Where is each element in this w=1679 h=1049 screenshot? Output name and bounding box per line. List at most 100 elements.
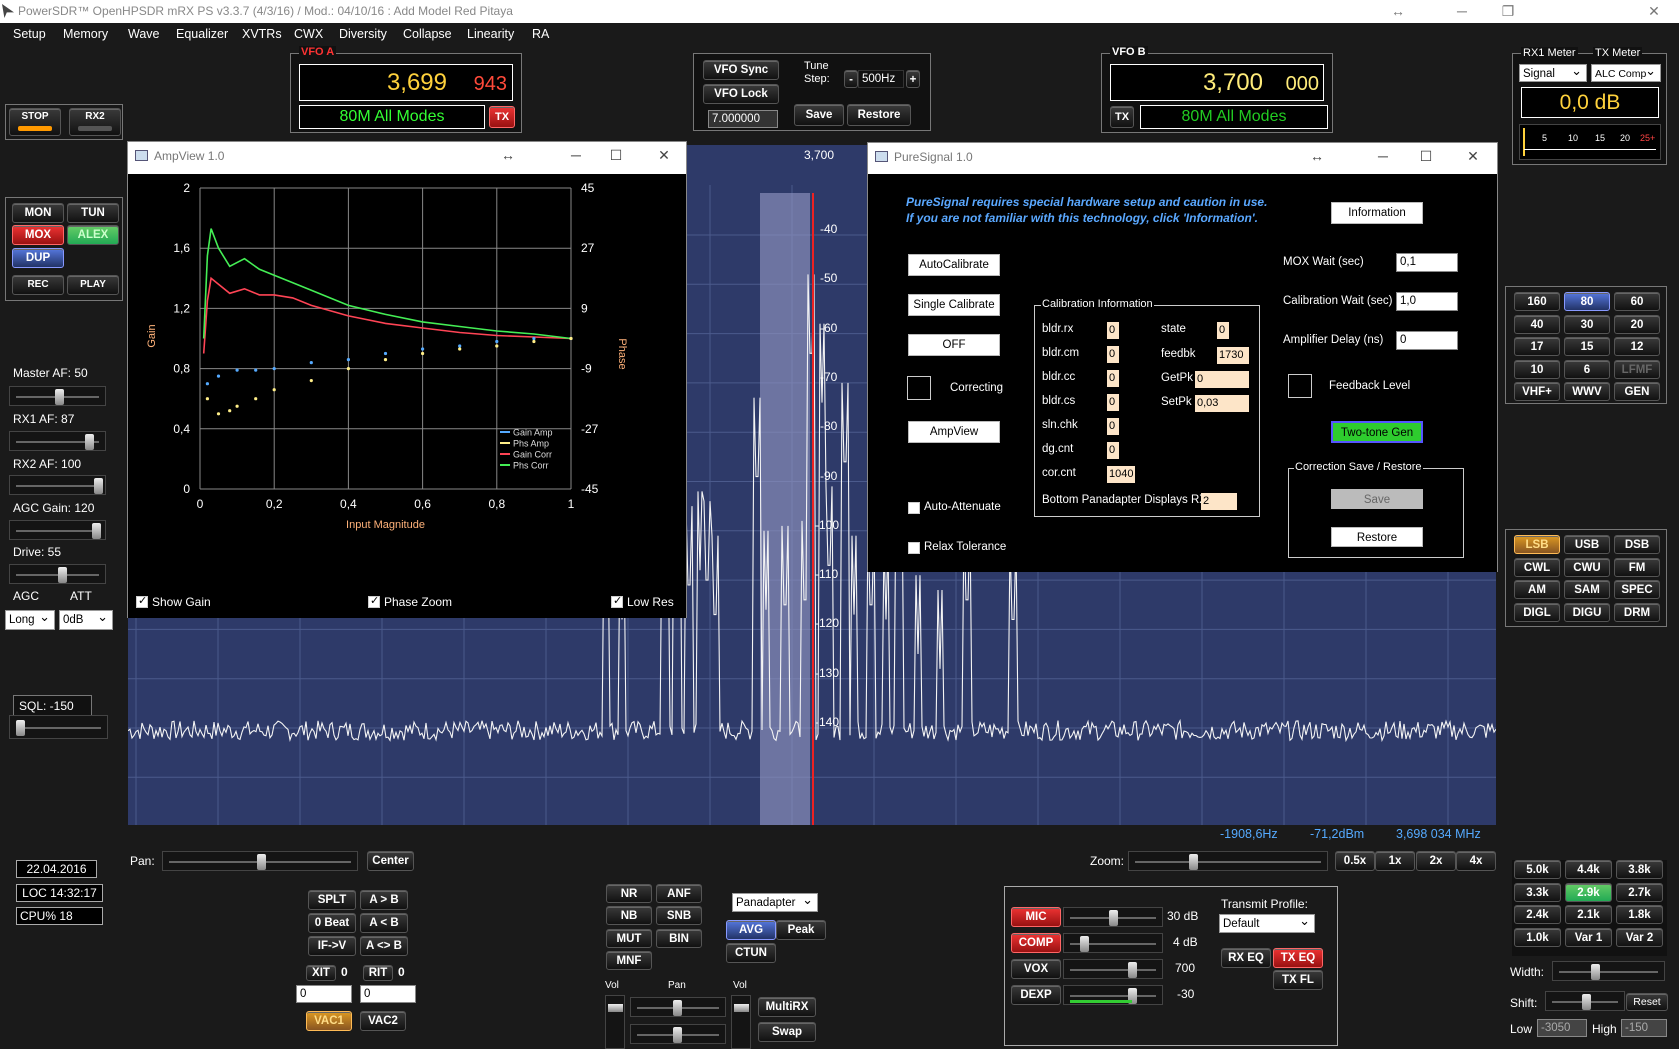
information-button[interactable]: Information bbox=[1331, 202, 1423, 224]
play-button[interactable]: PLAY bbox=[67, 275, 119, 295]
ampview-button[interactable]: AmpView bbox=[908, 421, 1000, 443]
tx-meter-select[interactable]: ALC Comp bbox=[1591, 62, 1661, 82]
dup-button[interactable]: DUP bbox=[12, 248, 64, 268]
filter-button-3-3k[interactable]: 3.3k bbox=[1514, 882, 1561, 902]
ctun-button[interactable]: CTUN bbox=[726, 943, 776, 963]
nb-button[interactable]: NB bbox=[606, 906, 652, 925]
bin-button[interactable]: BIN bbox=[656, 929, 702, 948]
if-to-v-button[interactable]: IF->V bbox=[308, 936, 356, 956]
peak-button[interactable]: Peak bbox=[776, 920, 826, 940]
amp-delay-input[interactable]: 0 bbox=[1396, 331, 1458, 350]
mode-button-spec[interactable]: SPEC bbox=[1614, 580, 1660, 599]
calibration-wait-input[interactable]: 1,0 bbox=[1396, 292, 1458, 311]
mon-button[interactable]: MON bbox=[12, 203, 64, 223]
slider-thumb[interactable] bbox=[1128, 962, 1137, 978]
filter-button-2-4k[interactable]: 2.4k bbox=[1514, 905, 1561, 924]
mode-button-digl[interactable]: DIGL bbox=[1514, 602, 1560, 622]
vfo-b-tx-button[interactable]: TX bbox=[1110, 106, 1134, 128]
band-button-vhfplus[interactable]: VHF+ bbox=[1514, 382, 1560, 401]
zoom-4x-button[interactable]: 4x bbox=[1456, 851, 1496, 871]
anf-button[interactable]: ANF bbox=[656, 884, 702, 903]
display-mode-select[interactable]: Panadapter bbox=[732, 891, 818, 912]
mode-button-cwu[interactable]: CWU bbox=[1564, 557, 1610, 577]
freq-entry[interactable]: 7.000000 bbox=[708, 110, 778, 128]
slider-thumb[interactable] bbox=[1080, 936, 1089, 952]
menu-wave[interactable]: Wave bbox=[128, 23, 160, 45]
phase-zoom-checkbox[interactable] bbox=[368, 594, 380, 608]
slider-thumb[interactable] bbox=[94, 478, 103, 494]
snb-button[interactable]: SNB bbox=[656, 906, 702, 925]
zero-beat-button[interactable]: 0 Beat bbox=[308, 913, 356, 933]
swap-rx-button[interactable]: Swap bbox=[758, 1022, 816, 1042]
slider-thumb[interactable] bbox=[1189, 854, 1198, 870]
slider-thumb[interactable] bbox=[1109, 910, 1118, 926]
rx2-af-slider[interactable] bbox=[9, 475, 106, 495]
rx2-button[interactable]: RX2 bbox=[69, 108, 121, 136]
filter-button-2-1k[interactable]: 2.1k bbox=[1565, 905, 1612, 924]
tx-eq-button[interactable]: TX EQ bbox=[1273, 948, 1323, 968]
slider-thumb[interactable] bbox=[1582, 994, 1591, 1010]
off-button[interactable]: OFF bbox=[908, 334, 1000, 356]
drive-slider[interactable] bbox=[9, 564, 106, 584]
tune-step-value[interactable]: 500Hz bbox=[858, 70, 904, 88]
band-button-160[interactable]: 160 bbox=[1514, 292, 1560, 311]
menu-ra[interactable]: RA bbox=[532, 23, 549, 45]
slider-thumb[interactable] bbox=[734, 1004, 749, 1012]
nr-button[interactable]: NR bbox=[606, 884, 652, 903]
rx1-af-slider[interactable] bbox=[9, 431, 106, 451]
close-button[interactable]: ✕ bbox=[644, 142, 684, 170]
master-af-slider[interactable] bbox=[9, 386, 106, 406]
rec-button[interactable]: REC bbox=[12, 275, 64, 295]
two-tone-gen-button[interactable]: Two-tone Gen bbox=[1331, 421, 1423, 443]
band-button-20[interactable]: 20 bbox=[1614, 314, 1660, 334]
pan-rx2-slider[interactable] bbox=[630, 1024, 726, 1044]
low-input[interactable]: -3050 bbox=[1537, 1019, 1587, 1037]
a-to-b-button[interactable]: A > B bbox=[360, 890, 408, 910]
band-button-60[interactable]: 60 bbox=[1614, 292, 1660, 311]
save-button[interactable]: Save bbox=[794, 104, 844, 126]
mode-button-cwl[interactable]: CWL bbox=[1514, 557, 1560, 577]
band-button-lfmf[interactable]: LFMF bbox=[1614, 359, 1660, 379]
mic-slider[interactable] bbox=[1063, 907, 1163, 927]
tune-step-plus[interactable]: + bbox=[906, 70, 920, 88]
minimize-button[interactable]: ─ bbox=[1439, 0, 1485, 23]
vfo-lock-button[interactable]: VFO Lock bbox=[703, 84, 779, 104]
b-to-a-button[interactable]: A < B bbox=[360, 913, 408, 933]
reset-button[interactable]: Reset bbox=[1626, 993, 1668, 1011]
vfo-b-frequency[interactable]: 3,700 000 bbox=[1110, 64, 1324, 101]
menu-collapse[interactable]: Collapse bbox=[403, 23, 452, 45]
zoom-05x-button[interactable]: 0.5x bbox=[1335, 851, 1375, 871]
mode-button-sam[interactable]: SAM bbox=[1564, 580, 1610, 599]
restore-button[interactable]: Restore bbox=[847, 104, 911, 126]
filter-button-1-8k[interactable]: 1.8k bbox=[1616, 905, 1663, 924]
dexp-slider[interactable] bbox=[1063, 985, 1163, 1005]
filter-button-1-0k[interactable]: 1.0k bbox=[1514, 927, 1561, 947]
xit-stepper[interactable]: 0 bbox=[296, 985, 352, 1003]
mut-button[interactable]: MUT bbox=[606, 929, 652, 948]
slider-thumb[interactable] bbox=[92, 523, 101, 539]
comp-slider[interactable] bbox=[1063, 933, 1163, 953]
slider-thumb[interactable] bbox=[257, 854, 266, 870]
filter-button-3-8k[interactable]: 3.8k bbox=[1616, 860, 1663, 879]
correction-save-button[interactable]: Save bbox=[1331, 489, 1423, 509]
rit-stepper[interactable]: 0 bbox=[360, 985, 416, 1003]
maximize-button[interactable]: ☐ bbox=[596, 142, 636, 170]
split-button[interactable]: SPLT bbox=[308, 890, 356, 910]
vol-vslider[interactable] bbox=[605, 995, 625, 1049]
menu-setup[interactable]: Setup bbox=[13, 23, 46, 45]
zoom-slider[interactable] bbox=[1128, 851, 1328, 871]
mox-wait-input[interactable]: 0,1 bbox=[1396, 253, 1458, 272]
pan-slider[interactable] bbox=[162, 851, 358, 871]
mode-button-fm[interactable]: FM bbox=[1614, 557, 1660, 577]
vox-slider[interactable] bbox=[1063, 959, 1163, 979]
band-button-80[interactable]: 80 bbox=[1564, 292, 1610, 311]
close-button[interactable]: ✕ bbox=[1453, 143, 1493, 171]
mode-button-lsb[interactable]: LSB bbox=[1514, 535, 1560, 554]
tun-button[interactable]: TUN bbox=[67, 203, 119, 223]
relax-tolerance-checkbox[interactable] bbox=[908, 542, 920, 554]
autocalibrate-button[interactable]: AutoCalibrate bbox=[908, 254, 1000, 276]
band-button-12[interactable]: 12 bbox=[1614, 337, 1660, 356]
mox-button[interactable]: MOX bbox=[12, 225, 64, 245]
show-gain-checkbox[interactable] bbox=[136, 594, 148, 608]
slider-thumb[interactable] bbox=[673, 1000, 682, 1016]
